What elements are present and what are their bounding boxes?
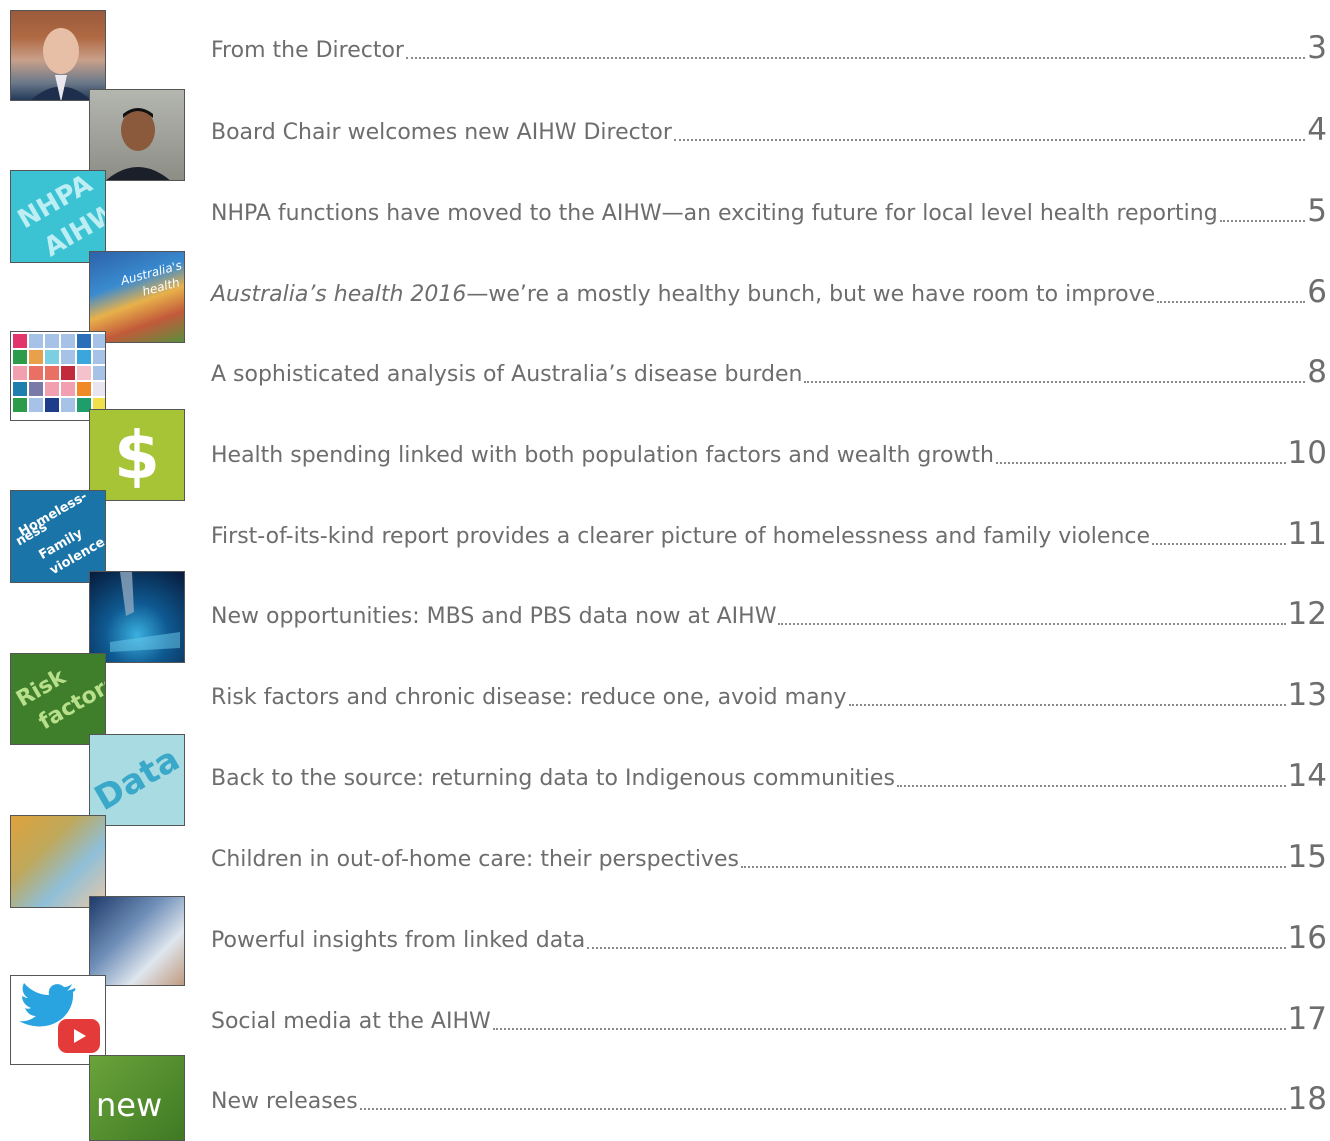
toc-title-rest: —we’re a mostly healthy bunch, but we ha… xyxy=(466,282,1156,307)
toc-leader xyxy=(1152,543,1286,545)
toc-title: Back to the source: returning data to In… xyxy=(211,766,895,791)
toc-page-number: 12 xyxy=(1287,596,1327,632)
toc-title: Social media at the AIHW xyxy=(211,1009,491,1034)
toc-title: Powerful insights from linked data xyxy=(211,928,586,953)
toc-title: NHPA functions have moved to the AIHW—an… xyxy=(211,201,1218,226)
youtube-icon xyxy=(58,1019,100,1053)
toc-entry[interactable]: A sophisticated analysis of Australia’s … xyxy=(211,354,1327,388)
risk-factors-tile: Risk factors xyxy=(10,653,106,745)
toc-leader xyxy=(587,947,1286,949)
nhpa-aihw-tile: NHPA AIHW xyxy=(10,170,106,263)
australias-health-tile: Australia's health xyxy=(89,251,185,343)
toc-title: New releases xyxy=(211,1089,358,1114)
data-tile: Data xyxy=(89,734,185,826)
toc-leader xyxy=(995,462,1286,464)
toc-page-number: 13 xyxy=(1287,677,1327,713)
toc-entry[interactable]: Board Chair welcomes new AIHW Director 4 xyxy=(211,112,1327,146)
toc-page-number: 14 xyxy=(1287,758,1327,794)
toc-title: From the Director xyxy=(211,38,404,63)
toc-leader xyxy=(740,866,1286,868)
toc-page-number: 5 xyxy=(1307,193,1327,229)
toc-leader xyxy=(1219,220,1306,222)
toc-title: A sophisticated analysis of Australia’s … xyxy=(211,362,803,387)
toc-entry[interactable]: New opportunities: MBS and PBS data now … xyxy=(211,596,1327,630)
toc-page-number: 15 xyxy=(1287,839,1327,875)
toc-page-number: 8 xyxy=(1307,354,1327,390)
toc-leader xyxy=(804,381,1306,383)
toc-entry[interactable]: Children in out-of-home care: their pers… xyxy=(211,839,1327,873)
dollar-symbol: $ xyxy=(114,416,160,494)
toc-page-number: 10 xyxy=(1287,435,1327,471)
new-tile-text: new xyxy=(96,1086,163,1124)
toc-page-number: 11 xyxy=(1287,516,1327,552)
toc-title: Health spending linked with both populat… xyxy=(211,443,994,468)
toc-entry[interactable]: Risk factors and chronic disease: reduce… xyxy=(211,677,1327,711)
toc-entry[interactable]: Health spending linked with both populat… xyxy=(211,435,1327,469)
data-touch-photo xyxy=(89,571,185,663)
toc-entry[interactable]: Back to the source: returning data to In… xyxy=(211,758,1327,792)
toc-page-number: 18 xyxy=(1287,1081,1327,1117)
toc-entry[interactable]: Social media at the AIHW 17 xyxy=(211,1001,1327,1035)
toc-page-number: 4 xyxy=(1307,112,1327,148)
toc-leader xyxy=(359,1108,1286,1110)
toc-entry[interactable]: Powerful insights from linked data 16 xyxy=(211,920,1327,954)
director-photo xyxy=(10,10,106,101)
toc-leader xyxy=(896,785,1286,787)
disease-burden-mosaic xyxy=(10,331,106,421)
toc-title: Children in out-of-home care: their pers… xyxy=(211,847,739,872)
toc-leader xyxy=(492,1028,1286,1030)
toc-entry[interactable]: First-of-its-kind report provides a clea… xyxy=(211,516,1327,550)
toc-leader xyxy=(848,704,1286,706)
dollar-icon: $ xyxy=(89,409,185,501)
toc-entry[interactable]: From the Director 3 xyxy=(211,30,1327,64)
toc-entry[interactable]: NHPA functions have moved to the AIHW—an… xyxy=(211,193,1327,227)
toc-page-number: 3 xyxy=(1307,30,1327,66)
toc-page-number: 6 xyxy=(1307,274,1327,310)
toc-leader xyxy=(405,57,1306,59)
toc-leader xyxy=(673,139,1306,141)
toc-title: Risk factors and chronic disease: reduce… xyxy=(211,685,847,710)
linked-data-photo xyxy=(89,896,185,986)
toc-title-italic: Australia’s health 2016 xyxy=(211,282,467,307)
children-photo xyxy=(10,815,106,908)
toc-entry[interactable]: Australia’s health 2016—we’re a mostly h… xyxy=(211,274,1327,308)
board-chair-photo xyxy=(89,89,185,181)
toc-title: First-of-its-kind report provides a clea… xyxy=(211,524,1151,549)
new-releases-tile: new xyxy=(89,1055,185,1141)
toc-title: Australia’s health 2016—we’re a mostly h… xyxy=(211,282,1155,308)
data-tile-text: Data xyxy=(89,739,185,819)
social-media-tile xyxy=(10,975,106,1065)
homelessness-tile: Homeless- ness Family violence xyxy=(10,490,106,583)
toc-title: New opportunities: MBS and PBS data now … xyxy=(211,604,777,629)
toc-leader xyxy=(778,623,1286,625)
toc-leader xyxy=(1157,301,1306,303)
toc-title: Board Chair welcomes new AIHW Director xyxy=(211,120,672,145)
toc-page-number: 17 xyxy=(1287,1001,1327,1037)
toc-entry[interactable]: New releases 18 xyxy=(211,1081,1327,1115)
toc-page-number: 16 xyxy=(1287,920,1327,956)
